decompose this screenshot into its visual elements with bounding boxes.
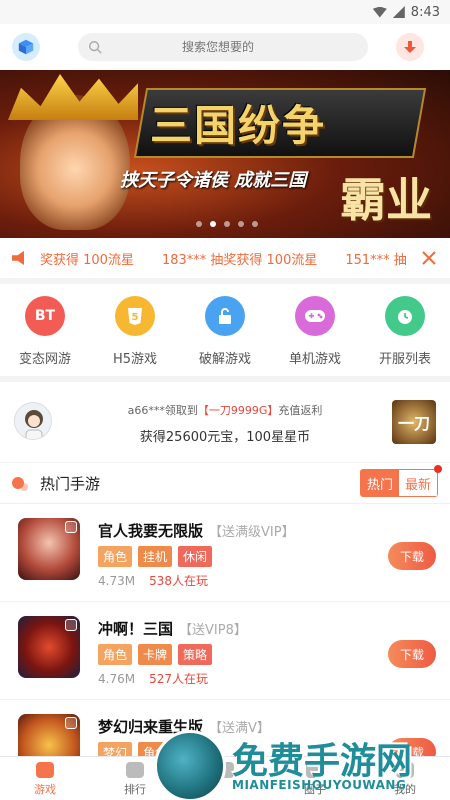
search-icon [89,41,102,54]
category-label: H5游戏 [112,352,158,367]
game-name: 官人我要无限版 【送满级VIP】 [98,520,295,541]
reward-game-thumb: 一刀 [392,400,436,444]
watermark-cn: 免费手游网 [232,741,413,782]
close-icon[interactable] [420,249,438,267]
game-tag: 角色 [98,644,133,665]
notice-item: 183*** 抽奖获得 100流星 [161,252,318,268]
game-icon [18,518,80,580]
game-row[interactable]: 冲啊！三国 【送VIP8】 角色 卡牌 策略 4.76M 527人在玩 下载 [0,601,450,699]
gift-corner-icon [65,717,77,729]
game-size: 4.73M [98,574,136,588]
game-tag: 策略 [178,644,213,665]
tab-new[interactable]: 最新 [399,465,442,496]
speaker-icon [12,251,24,265]
game-name-text: 冲啊！三国 [98,620,174,638]
h5-icon-glyph: 5 [132,312,139,323]
promo-banner[interactable]: 三国纷争 挟天子令诸侯 成就三国 霸业 [0,70,450,238]
game-name: 冲啊！三国 【送VIP8】 [98,618,247,639]
game-tags: 角色 挂机 休闲 [98,546,213,567]
watermark-logo [154,730,226,800]
banner-dot[interactable] [196,221,202,227]
category-server[interactable]: 开服列表 [365,296,445,367]
search-bar[interactable] [78,33,368,61]
download-manager-icon[interactable] [396,33,424,61]
status-bar: 8:43 [0,0,450,24]
game-tag: 挂机 [138,546,173,567]
section-title: 热门手游 [40,474,101,493]
tab-label: 游戏 [34,783,56,796]
site-watermark: 免费手游网 MIANFEISHOUYOUWANG [150,730,450,800]
game-tag: 卡牌 [138,644,173,665]
banner-dot[interactable] [224,221,230,227]
gamepad-icon [36,762,54,778]
game-tag: 休闲 [178,546,213,567]
app-logo-cube-icon[interactable] [12,33,40,61]
section-dot-icon [12,477,24,489]
banner-slogan: 挟天子令诸侯 成就三国 [120,170,307,191]
game-gift: 【送VIP8】 [179,623,247,638]
banner-crown [8,74,138,120]
tab-label: 排行 [124,783,146,796]
tab-new-label: 最新 [404,477,431,493]
clock-icon [385,296,425,336]
signal-icon [392,6,405,18]
unlock-icon [205,296,245,336]
reward-user: a66***领取到 [127,404,198,417]
banner-big-word: 霸业 [340,173,432,227]
category-label: 单机游戏 [288,352,341,367]
notice-track: 奖获得 100流星 183*** 抽奖获得 100流星 151*** 抽 [40,249,430,268]
game-meta: 4.76M 527人在玩 [98,670,208,687]
html5-icon: 5 [115,296,155,336]
ranking-icon [126,762,144,778]
download-button[interactable]: 下载 [388,542,436,570]
game-tag: 角色 [98,546,133,567]
game-tags: 角色 卡牌 策略 [98,644,213,665]
download-button[interactable]: 下载 [388,640,436,668]
category-single[interactable]: 单机游戏 [275,296,355,367]
banner-dot-active[interactable] [210,221,216,227]
notice-item: 奖获得 100流星 [40,252,134,268]
banner-pagination [196,221,258,227]
reward-detail: 获得25600元宝，100星星币 [139,430,311,445]
category-crack[interactable]: 破解游戏 [185,296,265,367]
category-grid: BT 变态网游 5 H5游戏 破解游戏 单机游戏 开服列表 [0,284,450,376]
new-badge [434,465,442,473]
category-label: 开服列表 [378,352,431,367]
gift-corner-icon [65,619,77,631]
watermark-en: MIANFEISHOUYOUWANG [232,778,407,792]
hot-section-header: 热门手游 热门 最新 [0,463,450,503]
top-bar [0,24,450,70]
reward-broadcast[interactable]: a66***领取到【一刀9999G】充值返利 获得25600元宝，100星星币 … [0,382,450,462]
game-name-text: 官人我要无限版 [98,522,204,540]
category-label: 破解游戏 [198,352,251,367]
bt-icon: BT [25,296,65,336]
hot-tabs: 热门 最新 [360,465,442,497]
game-row[interactable]: 官人我要无限版 【送满级VIP】 角色 挂机 休闲 4.73M 538人在玩 下载 [0,503,450,601]
banner-title: 三国纷争 [150,101,327,150]
gamepad-icon [295,296,335,336]
banner-dot[interactable] [252,221,258,227]
game-icon [18,616,80,678]
reward-line: a66***领取到【一刀9999G】充值返利 [0,402,450,418]
gift-corner-icon [65,521,77,533]
notice-ticker: 奖获得 100流星 183*** 抽奖获得 100流星 151*** 抽 [0,238,450,278]
game-meta: 4.73M 538人在玩 [98,572,208,589]
category-h5[interactable]: 5 H5游戏 [95,296,175,367]
banner-dot[interactable] [238,221,244,227]
tab-games[interactable]: 游戏 [0,757,90,800]
category-label: 变态网游 [18,352,71,367]
category-bt[interactable]: BT 变态网游 [5,296,85,367]
game-size: 4.76M [98,672,136,686]
game-players: 527人在玩 [149,672,208,686]
tab-hot[interactable]: 热门 [361,470,399,496]
wifi-icon [372,6,387,18]
reward-item: 【一刀9999G】 [197,404,279,417]
notice-item: 151*** 抽 [345,252,407,268]
status-time: 8:43 [410,4,440,20]
search-input[interactable] [108,40,328,54]
game-gift: 【送满级VIP】 [209,525,295,540]
game-players: 538人在玩 [149,574,208,588]
reward-suffix: 充值返利 [278,404,323,417]
